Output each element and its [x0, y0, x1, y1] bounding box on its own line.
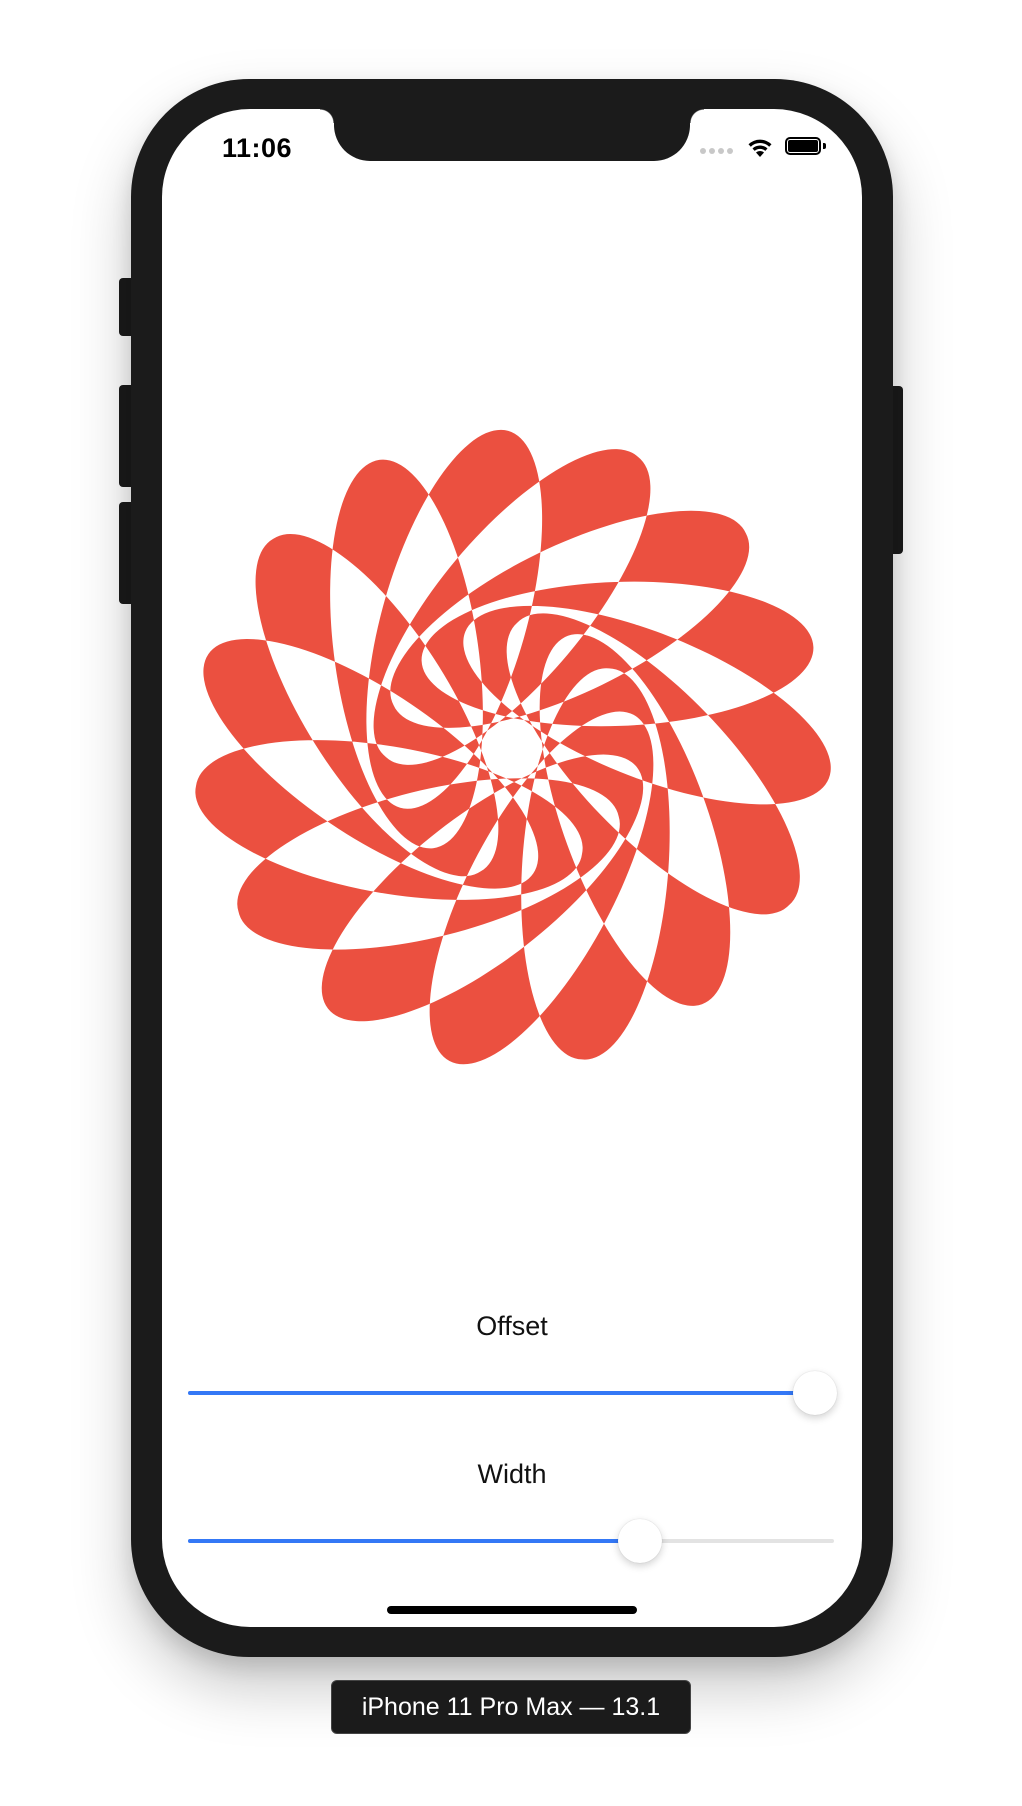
offset-slider-fill — [188, 1391, 815, 1395]
home-indicator[interactable] — [387, 1606, 637, 1614]
simulator-stage: 11:06 Offset Width iPhone 11 Pro Max — 1… — [0, 0, 1022, 1806]
device-screen: 11:06 Offset Width — [162, 109, 862, 1627]
width-slider-thumb[interactable] — [618, 1519, 663, 1563]
width-slider[interactable] — [188, 1515, 834, 1567]
flower-petals — [195, 429, 831, 1065]
offset-label: Offset — [476, 1311, 548, 1341]
offset-slider[interactable] — [188, 1367, 837, 1419]
flower-canvas — [162, 109, 862, 1209]
device-name-label: iPhone 11 Pro Max — 13.1 — [331, 1680, 691, 1734]
flower-drawing — [195, 429, 831, 1065]
width-slider-fill — [188, 1539, 641, 1543]
offset-slider-thumb[interactable] — [792, 1371, 837, 1415]
width-label: Width — [477, 1459, 547, 1489]
